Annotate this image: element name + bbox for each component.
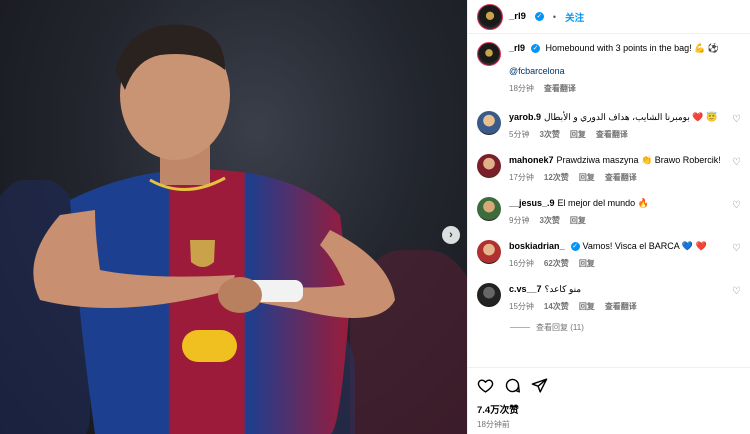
- author-username[interactable]: _rl9: [509, 11, 526, 22]
- comment-time: 5分钟: [509, 130, 530, 139]
- comment-username[interactable]: __jesus_.9: [509, 198, 555, 208]
- comment-likes[interactable]: 14次赞: [544, 300, 569, 313]
- next-image-button[interactable]: ›: [442, 226, 460, 244]
- caption-translate[interactable]: 查看翻译: [544, 82, 576, 95]
- comment-username[interactable]: yarob.9: [509, 112, 541, 122]
- comment-time: 15分钟: [509, 302, 534, 311]
- comments-list[interactable]: _rl9 ✓ Homebound with 3 points in the bag…: [468, 34, 750, 367]
- comment-item: yarob.9 بومبرنا الشايب، هداف الدوري و الأ…: [477, 111, 741, 141]
- comment-username[interactable]: mahonek7: [509, 155, 554, 165]
- heart-icon[interactable]: ♡: [732, 200, 741, 211]
- comment-text: بومبرنا الشايب، هداف الدوري و الأبطال ❤️…: [544, 112, 718, 122]
- reply-button[interactable]: 回复: [570, 214, 586, 227]
- heart-icon[interactable]: [477, 377, 494, 394]
- commenter-avatar[interactable]: [477, 197, 501, 221]
- comment-username[interactable]: boskiadrian_: [509, 241, 565, 251]
- likes-count[interactable]: 7.4万次赞: [477, 402, 741, 416]
- replies-line: [510, 327, 530, 328]
- post-header: _rl9 ✓ • 关注: [468, 0, 750, 34]
- comment-likes[interactable]: 3次赞: [539, 128, 559, 141]
- comment-text: El mejor del mundo 🔥: [557, 198, 649, 208]
- comment-likes[interactable]: 62次赞: [544, 257, 569, 270]
- caption-mention[interactable]: @fcbarcelona: [509, 65, 741, 78]
- commenter-avatar[interactable]: [477, 154, 501, 178]
- heart-icon[interactable]: ♡: [732, 114, 741, 125]
- post-photo: ›: [0, 0, 467, 434]
- comment-likes[interactable]: 3次赞: [539, 214, 559, 227]
- comment-item: c.vs__7 منو كاعد؟ 15分钟 14次赞 回复 查看翻译 ♡: [477, 283, 741, 313]
- comment-time: 16分钟: [509, 259, 534, 268]
- reply-button[interactable]: 回复: [570, 128, 586, 141]
- caption-time: 18分钟: [509, 84, 534, 93]
- comment-username[interactable]: c.vs__7: [509, 284, 542, 294]
- caption-username[interactable]: _rl9: [509, 43, 525, 53]
- comment-icon[interactable]: [504, 377, 521, 394]
- caption-text: Homebound with 3 points in the bag! 💪 ⚽: [545, 43, 720, 53]
- view-replies-button[interactable]: 查看回复 (11): [510, 322, 741, 333]
- commenter-avatar[interactable]: [477, 240, 501, 264]
- view-replies-label[interactable]: 查看回复 (11): [536, 322, 584, 333]
- author-avatar[interactable]: [477, 3, 503, 30]
- comment-text: Vamos! Visca el BARCA 💙 ❤️: [582, 241, 707, 251]
- comment-text: منو كاعد؟: [544, 284, 582, 294]
- commenter-avatar[interactable]: [477, 283, 501, 307]
- verified-icon: ✓: [534, 12, 544, 21]
- follow-button[interactable]: 关注: [565, 10, 584, 24]
- commenter-avatar[interactable]: [477, 111, 501, 135]
- heart-icon[interactable]: ♡: [732, 286, 741, 297]
- share-icon[interactable]: [531, 377, 548, 394]
- caption: _rl9 ✓ Homebound with 3 points in the bag…: [477, 42, 741, 95]
- comment-item: boskiadrian_ ✓ Vamos! Visca el BARCA 💙 ❤️ …: [477, 240, 741, 270]
- separator-dot: •: [552, 11, 557, 22]
- translate-button[interactable]: 查看翻译: [596, 128, 628, 141]
- reply-button[interactable]: 回复: [579, 300, 595, 313]
- comment-time: 17分钟: [509, 173, 534, 182]
- post-footer: 7.4万次赞 18分钟前: [468, 367, 750, 434]
- post-side-panel: _rl9 ✓ • 关注 _rl9 ✓ Homebound with 3 point…: [467, 0, 750, 434]
- translate-button[interactable]: 查看翻译: [605, 171, 637, 184]
- reply-button[interactable]: 回复: [579, 171, 595, 184]
- action-bar: [477, 375, 741, 395]
- verified-icon: ✓: [531, 44, 541, 54]
- comment-item: __jesus_.9 El mejor del mundo 🔥 9分钟 3次赞 回…: [477, 197, 741, 227]
- caption-avatar[interactable]: [477, 42, 501, 66]
- reply-button[interactable]: 回复: [579, 257, 595, 270]
- verified-icon: ✓: [570, 242, 580, 252]
- comment-likes[interactable]: 12次赞: [544, 171, 569, 184]
- comment-time: 9分钟: [509, 216, 530, 225]
- heart-icon[interactable]: ♡: [732, 243, 741, 254]
- heart-icon[interactable]: ♡: [732, 157, 741, 168]
- translate-button[interactable]: 查看翻译: [605, 300, 637, 313]
- comment-item: mahonek7 Prawdziwa maszyna 👏 Brawo Roberc…: [477, 154, 741, 184]
- comment-text: Prawdziwa maszyna 👏 Brawo Robercik!: [556, 155, 721, 165]
- player-illustration: [33, 24, 395, 434]
- post-time: 18分钟前: [477, 420, 510, 429]
